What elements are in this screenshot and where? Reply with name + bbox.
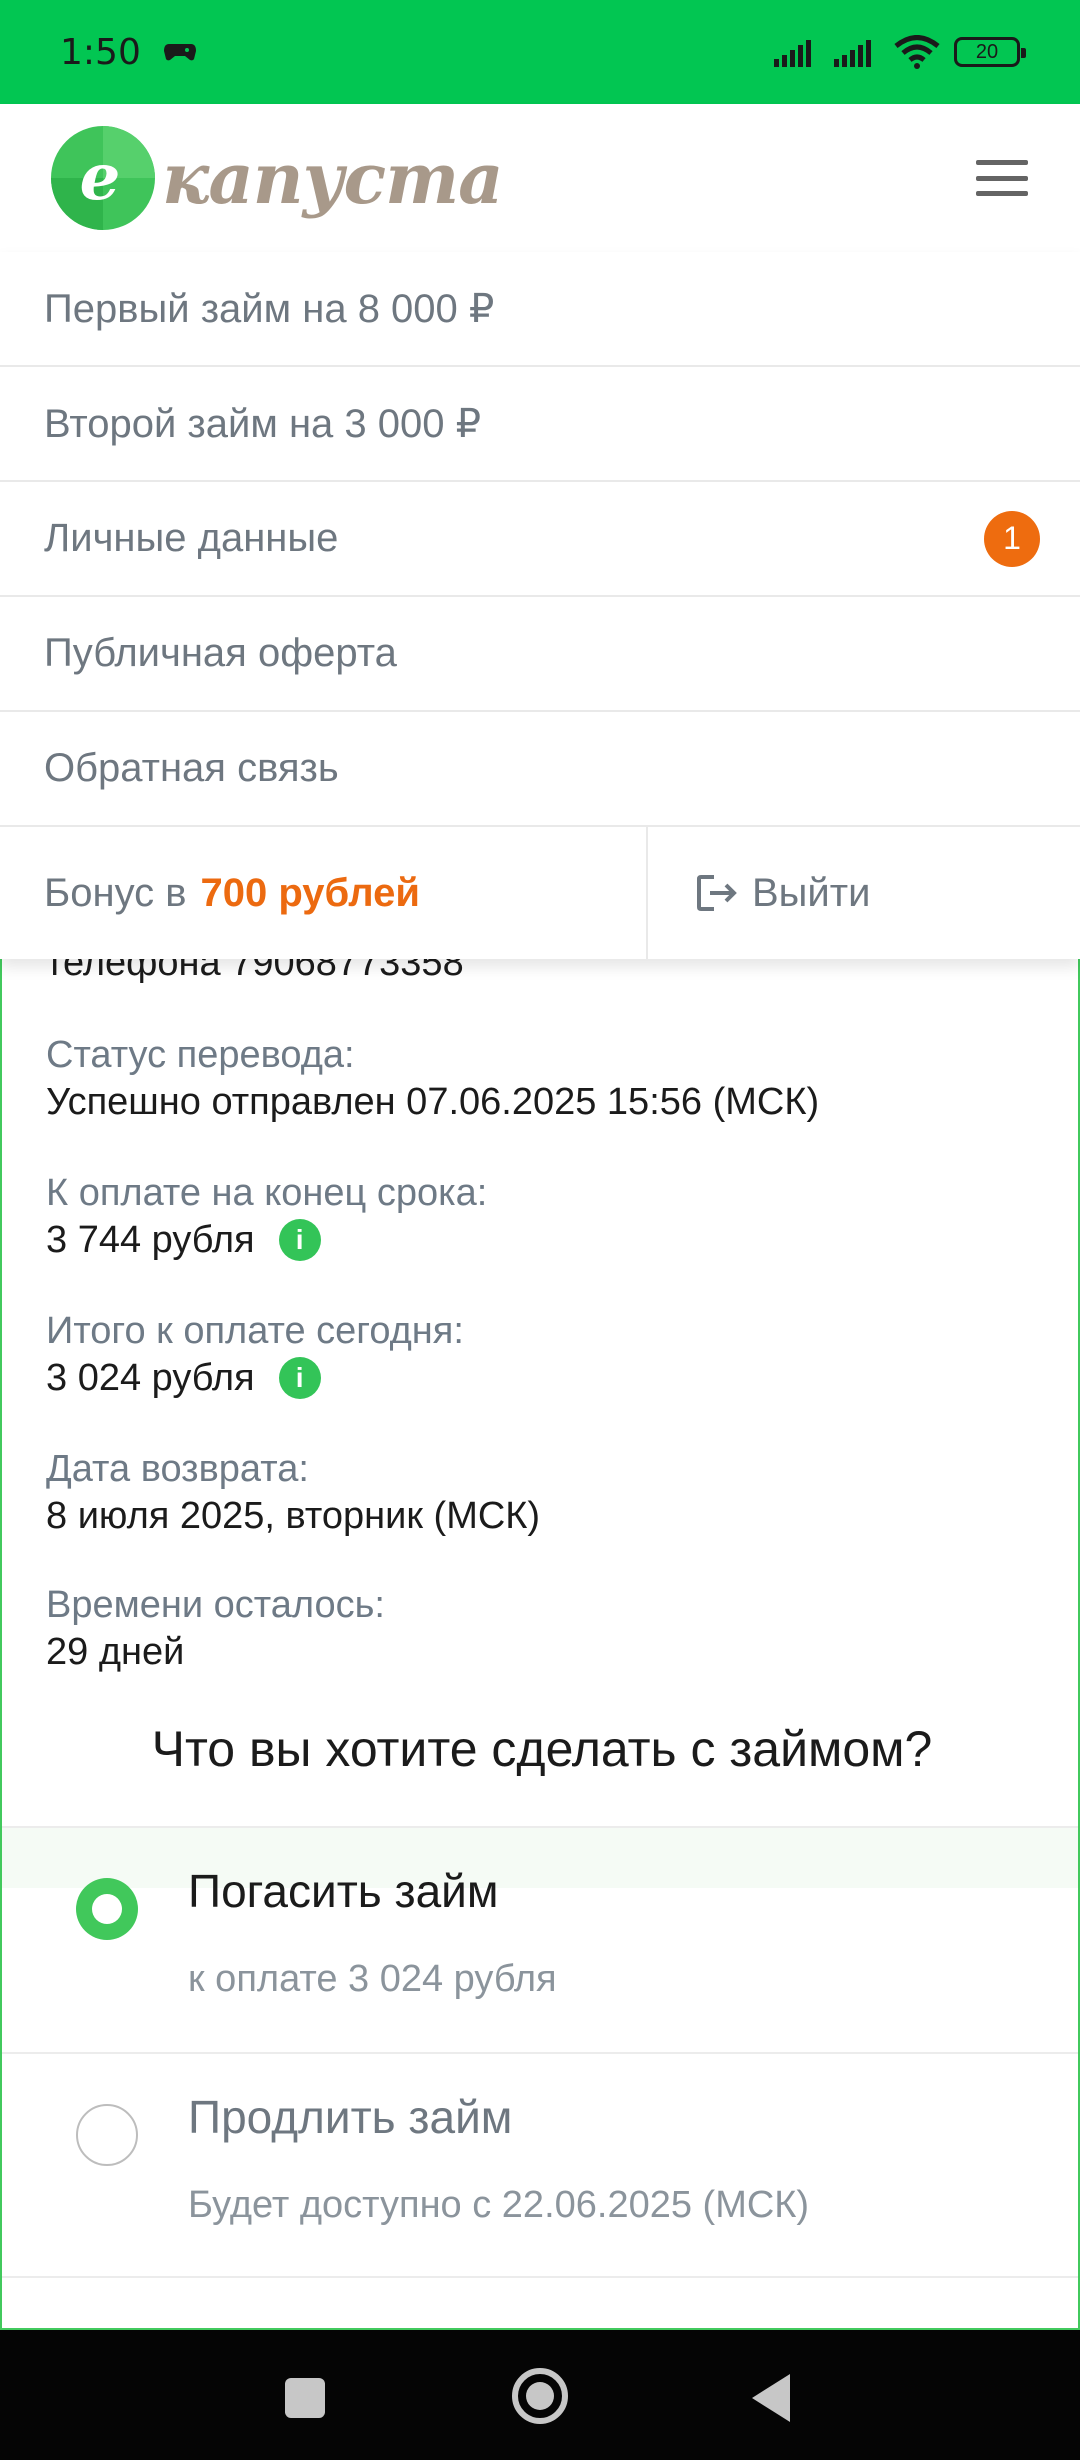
- menu-item-first-loan[interactable]: Первый займ на 8 000 ₽: [0, 252, 1080, 367]
- bonus-link[interactable]: Бонус в 700 рублей: [0, 827, 648, 959]
- signal-icon-2: [834, 40, 871, 67]
- option-repay[interactable]: Погасить займ к оплате 3 024 рубля: [2, 1826, 1078, 2052]
- logout-button[interactable]: Выйти: [648, 827, 1080, 959]
- option-subtitle: к оплате 3 024 рубля: [188, 1958, 557, 2000]
- logo-cabbage-icon[interactable]: e: [50, 125, 156, 231]
- option-title: Погасить займ: [188, 1865, 499, 1917]
- system-nav-bar: [0, 2330, 1080, 2460]
- menu-item-second-loan[interactable]: Второй займ на 3 000 ₽: [0, 367, 1080, 482]
- svg-text:e: e: [80, 140, 121, 215]
- info-icon[interactable]: i: [278, 1219, 321, 1261]
- signal-icon: [774, 40, 811, 67]
- info-value-row: 3 744 рубля i: [46, 1216, 487, 1264]
- option-extend[interactable]: Продлить займ Будет доступно с 22.06.202…: [2, 2052, 1078, 2278]
- nav-dropdown-menu: Первый займ на 8 000 ₽ Второй займ на 3 …: [0, 252, 1080, 959]
- gamepad-icon: [163, 44, 196, 61]
- menu-item-label: Личные данные: [44, 516, 339, 560]
- menu-item-public-offer[interactable]: Публичная оферта: [0, 597, 1080, 712]
- menu-bottom-row: Бонус в 700 рублей Выйти: [0, 827, 1080, 959]
- bonus-amount: 700 рублей: [200, 870, 420, 915]
- info-value: 3 024 рубля: [46, 1357, 255, 1399]
- loan-card: телефона 79068773358 Статус перевода: Ус…: [0, 900, 1080, 2330]
- info-value: Успешно отправлен 07.06.2025 15:56 (МСК): [46, 1081, 820, 1123]
- recents-button[interactable]: [285, 2378, 325, 2418]
- info-label: Времени осталось:: [46, 1584, 385, 1626]
- transfer-status: Статус перевода: Успешно отправлен 07.06…: [46, 1032, 819, 1126]
- back-button[interactable]: [752, 2374, 790, 2422]
- info-label: К оплате на конец срока:: [46, 1172, 488, 1214]
- menu-item-label: Обратная связь: [44, 746, 339, 790]
- bonus-prefix: Бонус в: [44, 870, 187, 915]
- battery-level: 20: [975, 40, 999, 63]
- logo-text[interactable]: капуста: [162, 137, 504, 220]
- info-label: Дата возврата:: [46, 1448, 309, 1490]
- info-label: Статус перевода:: [46, 1034, 355, 1076]
- menu-item-label: Второй займ на 3 000 ₽: [44, 401, 482, 446]
- status-indicators: 20: [774, 35, 1026, 69]
- action-question: Что вы хотите сделать с займом?: [151, 1721, 933, 1777]
- due-at-end: К оплате на конец срока: 3 744 рубля i: [46, 1170, 487, 1264]
- notification-badge: 1: [984, 510, 1040, 567]
- time-remaining: Времени осталось: 29 дней: [46, 1582, 385, 1676]
- info-value: 3 744 рубля: [46, 1219, 255, 1261]
- battery-icon: 20: [954, 37, 1026, 67]
- option-subtitle: Будет доступно с 22.06.2025 (МСК): [188, 2184, 810, 2226]
- menu-item-feedback[interactable]: Обратная связь: [0, 712, 1080, 827]
- radio-selected[interactable]: [76, 1878, 138, 1940]
- menu-line: [976, 191, 1028, 196]
- total-today: Итого к оплате сегодня: 3 024 рубля i: [46, 1308, 464, 1402]
- option-title: Продлить займ: [188, 2091, 513, 2143]
- return-date: Дата возврата: 8 июля 2025, вторник (МСК…: [46, 1446, 540, 1540]
- info-value: 8 июля 2025, вторник (МСК): [46, 1495, 541, 1537]
- app-header: e капуста: [0, 104, 1080, 252]
- status-time: 1:50: [60, 31, 141, 73]
- info-icon[interactable]: i: [278, 1357, 321, 1399]
- menu-line: [976, 175, 1028, 181]
- radio-unselected[interactable]: [76, 2104, 138, 2166]
- status-bar: 1:50 20: [0, 0, 1080, 104]
- menu-line: [976, 160, 1028, 165]
- menu-item-label: Публичная оферта: [44, 631, 397, 675]
- hamburger-menu-button[interactable]: [976, 160, 1028, 196]
- info-label: Итого к оплате сегодня:: [46, 1310, 464, 1352]
- info-value-row: 3 024 рубля i: [46, 1354, 464, 1402]
- wifi-icon: [894, 35, 940, 69]
- menu-item-personal-data[interactable]: Личные данные 1: [0, 482, 1080, 597]
- menu-item-label: Первый займ на 8 000 ₽: [44, 286, 495, 331]
- logout-icon: [697, 875, 737, 911]
- info-value: 29 дней: [46, 1631, 185, 1673]
- logout-label: Выйти: [752, 870, 871, 915]
- home-button[interactable]: [512, 2368, 568, 2424]
